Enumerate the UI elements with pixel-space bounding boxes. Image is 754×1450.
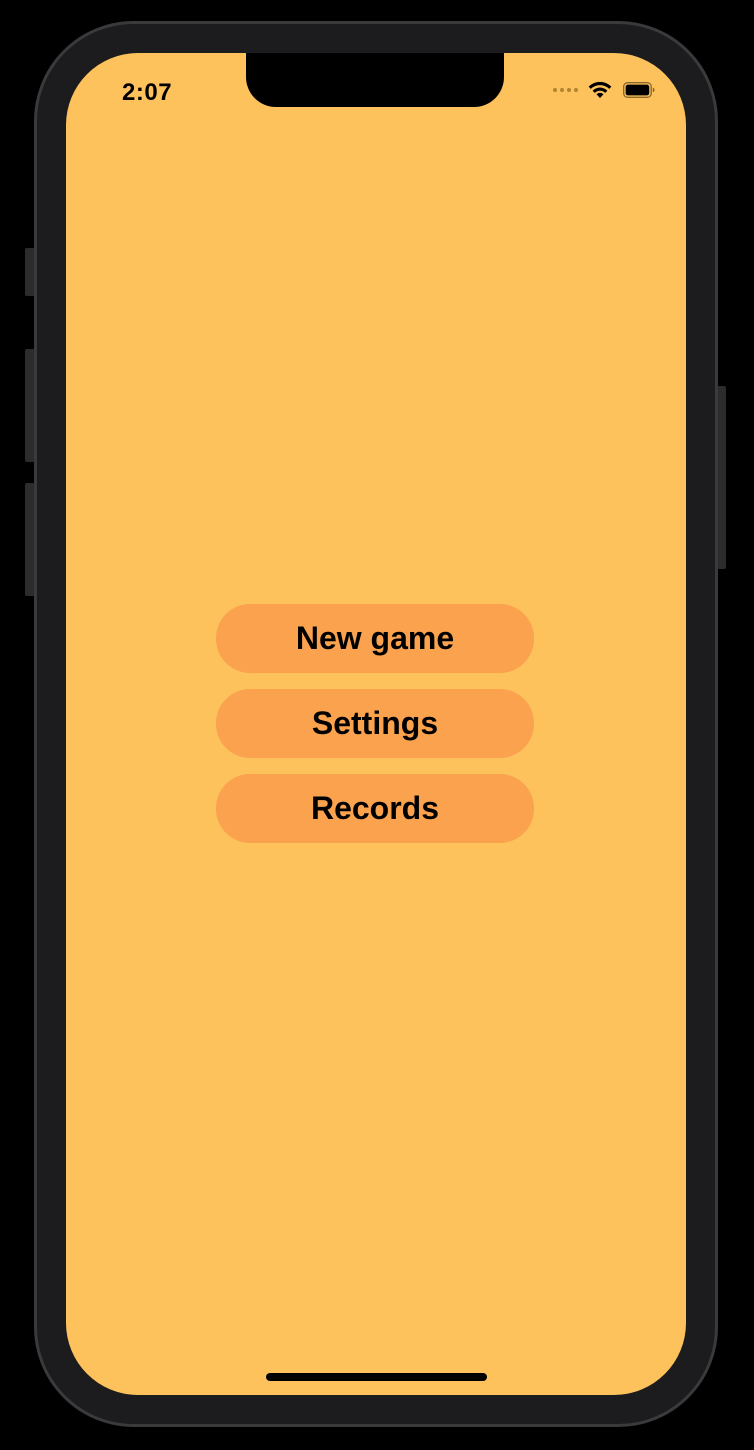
settings-button[interactable]: Settings: [216, 689, 534, 758]
main-menu: New game Settings Records: [216, 604, 534, 843]
app-screen: 2:07 New game Settings Records: [66, 53, 686, 1395]
notch: [246, 53, 504, 107]
wifi-icon: [588, 81, 612, 98]
cellular-signal-icon: [553, 88, 578, 92]
status-time: 2:07: [122, 79, 173, 106]
status-icons: [553, 81, 656, 99]
battery-icon: [623, 82, 655, 98]
home-indicator[interactable]: [266, 1373, 487, 1381]
power-button: [717, 386, 726, 569]
new-game-button[interactable]: New game: [216, 604, 534, 673]
records-button[interactable]: Records: [216, 774, 534, 843]
